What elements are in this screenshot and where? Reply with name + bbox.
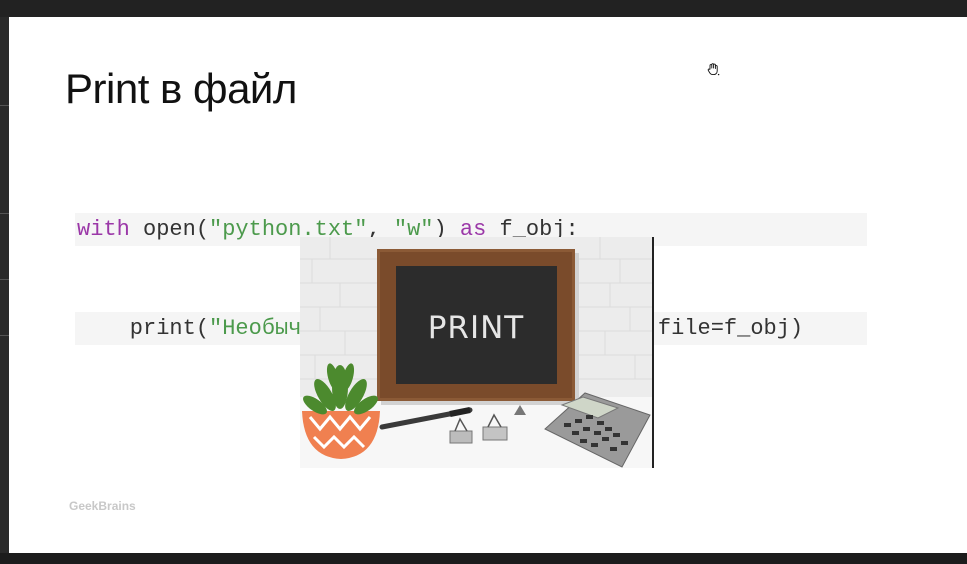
strip-divider [0,213,9,214]
strip-divider [0,279,9,280]
keyword-with: with [77,217,130,242]
code-print-call: print( [77,316,210,341]
code-open-call: open( [129,217,210,242]
left-panel-strip [0,17,9,553]
hand-cursor-icon [707,63,720,76]
chalkboard-text: PRINT [428,310,525,346]
strip-divider [0,335,9,336]
strip-divider [0,105,9,106]
photo-illustration: PRINT [300,237,652,468]
window-bottom-bar [0,553,967,564]
window-top-bar [0,0,967,17]
code-file-arg: , file=f_obj) [631,316,804,341]
presentation-slide: Print в файл with open("python.txt", "w"… [9,17,967,553]
slide-title: Print в файл [65,65,297,112]
chalkboard-photo: PRINT [300,237,654,468]
brand-watermark: GeekBrains [69,499,136,513]
